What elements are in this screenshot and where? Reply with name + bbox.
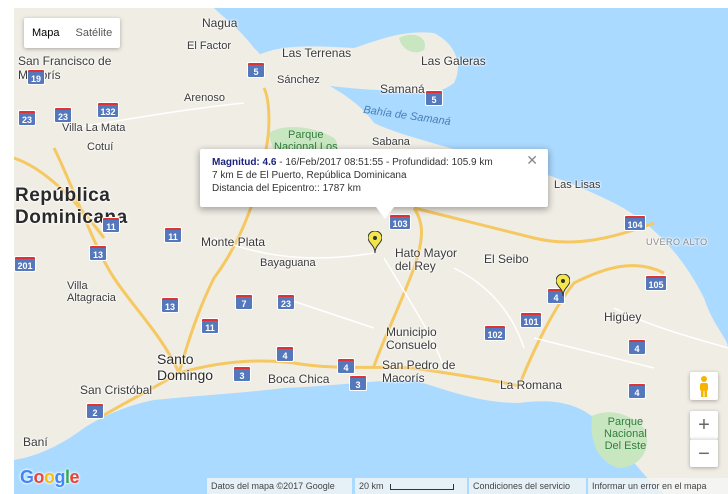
road-shield: 132 bbox=[98, 103, 118, 117]
info-magnitude: Magnitud: 4.6 bbox=[212, 157, 277, 168]
label-el-seibo: El Seibo bbox=[484, 252, 529, 266]
terms-link[interactable]: Condiciones del servicio bbox=[469, 478, 586, 494]
close-icon[interactable]: ✕ bbox=[526, 153, 538, 167]
info-line-2: 7 km E de El Puerto, República Dominican… bbox=[212, 170, 407, 181]
label-higuey: Higüey bbox=[604, 310, 642, 324]
label-san-pedro: San Pedro de Macorís bbox=[382, 358, 456, 385]
label-samana: Samaná bbox=[380, 82, 425, 96]
label-las-lisas: Las Lisas bbox=[554, 179, 601, 191]
label-cotui: Cotuí bbox=[87, 141, 114, 153]
label-uvero-alto: UVERO ALTO bbox=[646, 237, 708, 247]
road-shield: 4 bbox=[277, 347, 293, 361]
road-shield: 13 bbox=[90, 246, 106, 260]
road-shield: 5 bbox=[426, 91, 442, 105]
road-shield: 23 bbox=[55, 108, 71, 122]
earthquake-marker[interactable] bbox=[556, 274, 570, 296]
label-sanchez: Sánchez bbox=[277, 74, 320, 86]
road-shield: 11 bbox=[202, 319, 218, 333]
info-line-3: Distancia del Epicentro:: 1787 km bbox=[212, 183, 361, 194]
label-monte-plata: Monte Plata bbox=[201, 235, 266, 249]
zoom-out-button[interactable]: − bbox=[690, 439, 718, 467]
road-shield: 105 bbox=[646, 276, 666, 290]
info-date-depth: - 16/Feb/2017 08:51:55 - Profundidad: 10… bbox=[276, 157, 493, 168]
road-shield: 11 bbox=[165, 228, 181, 242]
road-shield: 2 bbox=[87, 404, 103, 418]
label-las-terrenas: Las Terrenas bbox=[282, 46, 352, 60]
scale-label: 20 km bbox=[359, 481, 384, 491]
info-window: Magnitud: 4.6 - 16/Feb/2017 08:51:55 - P… bbox=[200, 149, 548, 219]
scale-line bbox=[390, 483, 455, 490]
label-villa-la-mata: Villa La Mata bbox=[62, 122, 126, 134]
scale-bar[interactable]: 20 km bbox=[355, 478, 467, 494]
road-shield: 13 bbox=[162, 298, 178, 312]
label-boca-chica: Boca Chica bbox=[268, 372, 330, 386]
map-data-attribution: Datos del mapa ©2017 Google bbox=[207, 478, 352, 494]
road-shield: 11 bbox=[103, 218, 119, 232]
road-shield: 4 bbox=[629, 384, 645, 398]
pegman-icon bbox=[700, 376, 708, 397]
map-type-satellite-button[interactable]: Satélite bbox=[68, 18, 121, 48]
earthquake-marker[interactable] bbox=[368, 231, 382, 253]
label-el-factor: El Factor bbox=[187, 40, 232, 52]
map-type-map-button[interactable]: Mapa bbox=[24, 18, 68, 48]
google-logo: Google bbox=[20, 467, 80, 487]
road-shield: 19 bbox=[28, 70, 44, 84]
label-san-cristobal: San Cristóbal bbox=[80, 383, 153, 397]
road-shield: 23 bbox=[19, 111, 35, 125]
road-shield: 101 bbox=[521, 313, 541, 327]
road-shield: 5 bbox=[248, 63, 264, 77]
label-villa-altagracia: Villa Altagracia bbox=[67, 280, 116, 304]
label-bayaguana: Bayaguana bbox=[260, 257, 316, 269]
road-shield: 201 bbox=[15, 257, 35, 271]
road-shield: 3 bbox=[234, 367, 250, 381]
label-hato-mayor: Hato Mayor del Rey bbox=[395, 246, 458, 273]
label-santo-domingo: Santo Domingo bbox=[157, 351, 214, 383]
label-arenoso: Arenoso bbox=[184, 92, 225, 104]
street-view-pegman[interactable] bbox=[690, 372, 718, 400]
info-line-1: Magnitud: 4.6 - 16/Feb/2017 08:51:55 - P… bbox=[212, 156, 536, 169]
road-shield: 7 bbox=[236, 295, 252, 309]
road-shield: 3 bbox=[350, 376, 366, 390]
label-municipio-consuelo: Municipio Consuelo bbox=[386, 325, 437, 352]
label-las-galeras: Las Galeras bbox=[421, 54, 486, 68]
road-shield: 104 bbox=[625, 216, 645, 230]
map-viewport[interactable]: Nagua El Factor Las Terrenas Las Galeras… bbox=[14, 8, 728, 494]
zoom-in-button[interactable]: + bbox=[690, 411, 718, 439]
map-type-control: Mapa Satélite bbox=[24, 18, 121, 48]
label-parque-este: Parque Nacional Del Este bbox=[604, 416, 647, 452]
label-bani: Baní bbox=[23, 435, 48, 449]
road-shield: 4 bbox=[629, 340, 645, 354]
report-error-link[interactable]: Informar un error en el mapa bbox=[588, 478, 728, 494]
label-la-romana: La Romana bbox=[500, 378, 563, 392]
label-nagua: Nagua bbox=[202, 16, 238, 30]
road-shield: 4 bbox=[338, 359, 354, 373]
road-shield: 102 bbox=[485, 326, 505, 340]
road-shield: 23 bbox=[278, 295, 294, 309]
